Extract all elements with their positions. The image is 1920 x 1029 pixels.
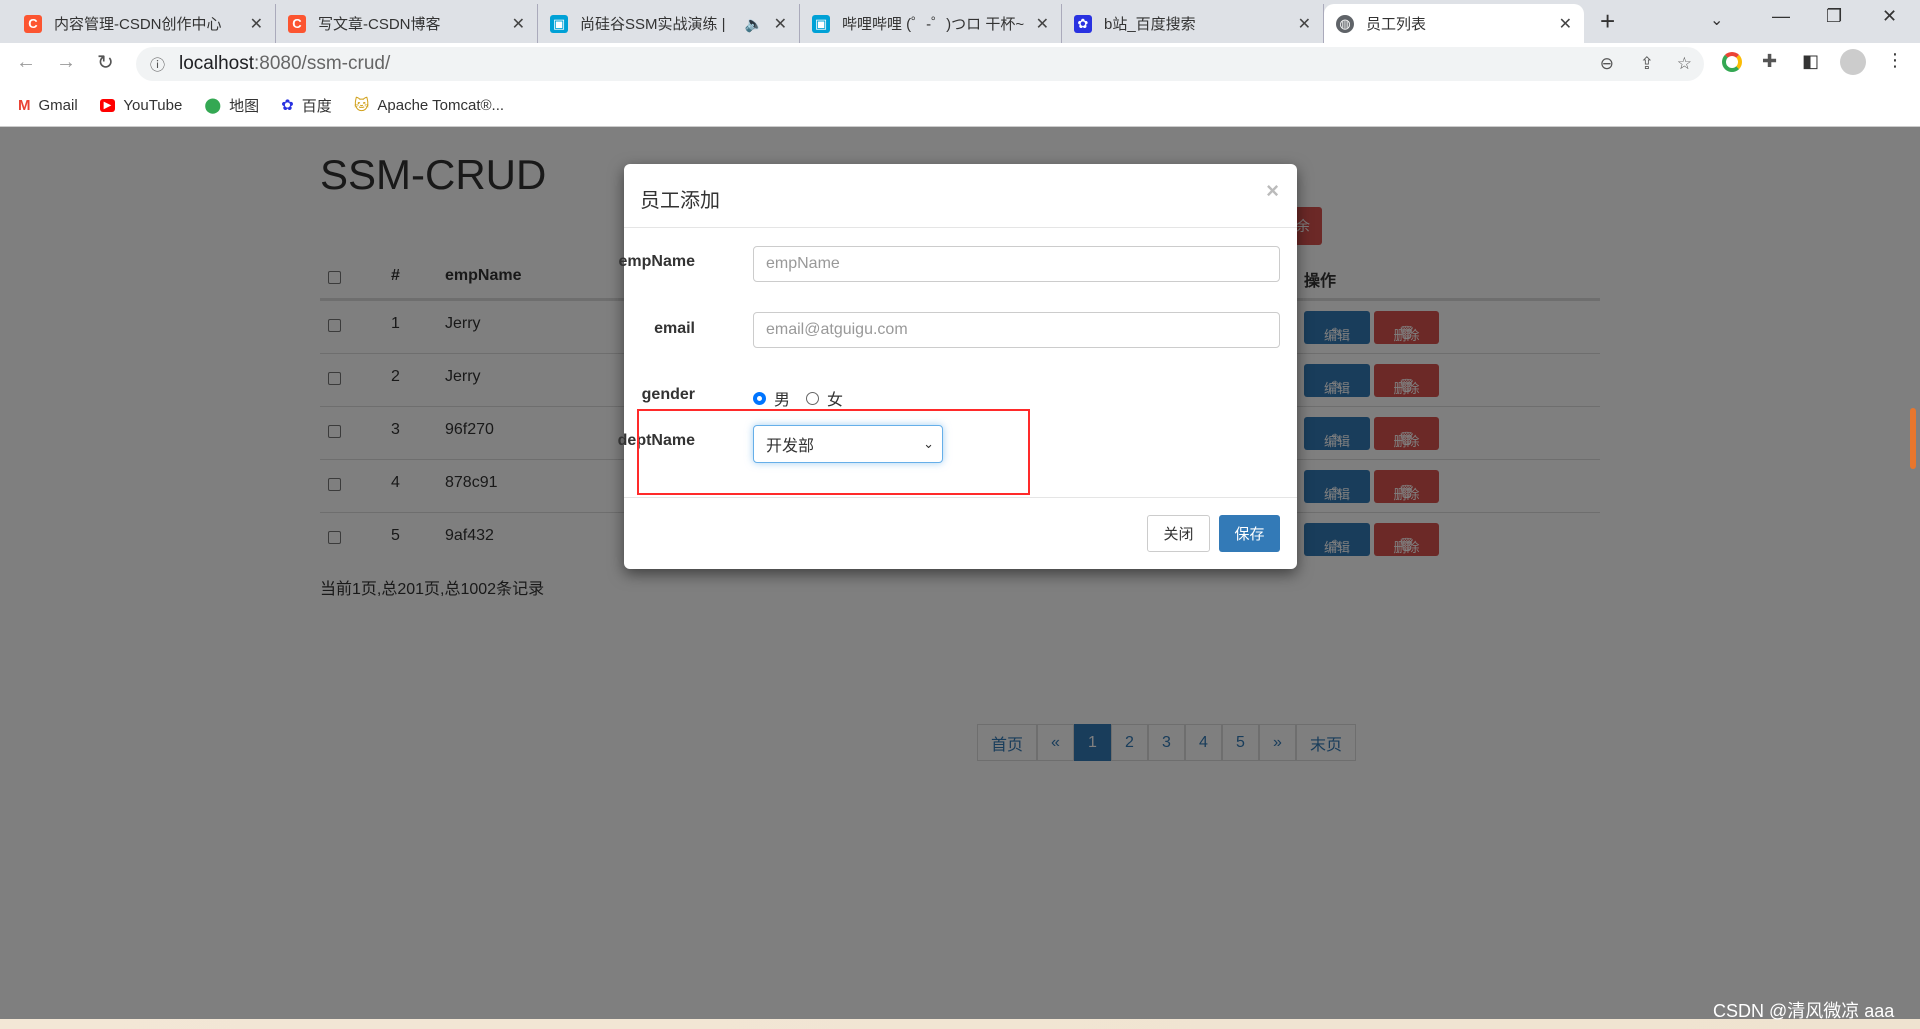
baidu-icon: ✿ [281,97,294,114]
new-tab-icon[interactable]: + [1600,6,1615,37]
close-tab-icon[interactable]: ✕ [774,14,787,34]
tomcat-icon: 🐱 [353,97,370,114]
youtube-icon: ▶ [99,98,116,112]
chrome-extension-icon[interactable] [1722,52,1742,72]
close-button[interactable]: 关闭 [1147,515,1210,552]
highlight-box [637,409,1030,495]
modal-footer-divider [624,497,1297,498]
close-tab-icon[interactable]: ✕ [1036,14,1049,34]
gmail-icon: M [18,96,31,114]
gender-male-radio[interactable] [753,391,766,405]
close-tab-icon[interactable]: ✕ [250,14,263,34]
tab-bar: C 内容管理-CSDN创作中心 ✕ C 写文章-CSDN博客 ✕ ▣ 尚硅谷SSM实战演练… [0,0,1920,43]
restore-icon[interactable]: ❐ [1826,6,1842,27]
gender-label: gender [641,386,695,403]
baidu-icon: ✿ [1074,14,1092,33]
email-input[interactable]: email@atguigu.com [753,312,1280,348]
bookmarks-bar: M Gmail ▶ YouTube ⬤ 地图 ✿ 百度 🐱 Apache Tomcat®.… [0,84,1920,127]
minimize-icon[interactable]: — [1772,6,1790,27]
close-tab-icon[interactable]: ✕ [512,14,525,34]
bookmark-gmail[interactable]: M Gmail [18,97,78,114]
back-icon[interactable]: ← [16,51,36,74]
empname-label: empName [618,253,695,270]
bilibili-icon: ▣ [812,14,830,33]
tab-bilibili-course[interactable]: ▣ 尚硅谷SSM实战演练 | 🔈 ✕ [538,4,800,43]
info-icon: ⓘ [150,56,166,74]
close-tab-icon[interactable]: ✕ [1298,14,1311,34]
close-tab-icon[interactable]: ✕ [1559,14,1572,34]
share-icon[interactable]: ⇪ [1640,54,1654,74]
url-bar[interactable]: ⓘ localhost:8080/ssm-crud/ ⊖ ⇪ ☆ [136,47,1704,81]
modal-close-icon[interactable]: × [1266,178,1279,204]
globe-icon: ◍ [1336,14,1354,33]
tab-employee-list[interactable]: ◍ 员工列表 ✕ [1324,4,1584,43]
zoom-icon[interactable]: ⊖ [1600,54,1614,74]
gender-female-radio[interactable] [806,391,820,405]
csdn-icon: C [24,14,42,33]
tab-search-icon[interactable]: ⌄ [1710,10,1723,30]
side-panel-icon[interactable]: ◧ [1802,51,1819,72]
modal-header-divider [624,227,1297,228]
csdn-icon: C [288,14,306,33]
empname-input[interactable]: empName [753,246,1280,282]
maps-icon: ⬤ [204,97,222,114]
bookmark-tomcat[interactable]: 🐱 Apache Tomcat®... [353,96,504,115]
bilibili-icon: ▣ [550,14,568,33]
reload-icon[interactable]: ↻ [97,50,114,75]
bookmark-star-icon[interactable]: ☆ [1677,54,1692,74]
close-window-icon[interactable]: ✕ [1882,6,1897,27]
tab-bilibili[interactable]: ▣ 哔哩哔哩 (゜-゜)つロ 干杯~ ✕ [800,4,1062,43]
profile-avatar[interactable] [1840,49,1866,75]
save-button[interactable]: 保存 [1219,515,1280,552]
tab-csdn-content[interactable]: C 内容管理-CSDN创作中心 ✕ [12,4,276,43]
gender-radio-group: 男 女 [753,386,843,410]
bottom-strip [0,1019,1920,1029]
menu-icon[interactable]: ⋮ [1886,50,1904,71]
email-label: email [654,320,695,337]
forward-icon[interactable]: → [56,51,76,74]
tab-csdn-write[interactable]: C 写文章-CSDN博客 ✕ [276,4,538,43]
scrollbar-thumb[interactable] [1910,408,1916,469]
address-bar-row: ← → ↻ ⓘ localhost:8080/ssm-crud/ ⊖ ⇪ ☆ ✚… [0,43,1920,84]
bookmark-baidu[interactable]: ✿ 百度 [281,95,332,116]
bookmark-maps[interactable]: ⬤ 地图 [204,95,259,116]
tab-baidu[interactable]: ✿ b站_百度搜索 ✕ [1062,4,1324,43]
speaker-icon[interactable]: 🔈 [745,15,764,33]
watermark: CSDN @清风微凉 aaa [1713,1001,1895,1021]
add-employee-modal: 员工添加 × [624,164,1297,569]
extensions-icon[interactable]: ✚ [1762,51,1777,72]
bookmark-youtube[interactable]: ▶ YouTube [99,97,182,114]
modal-title: 员工添加 [640,190,720,212]
